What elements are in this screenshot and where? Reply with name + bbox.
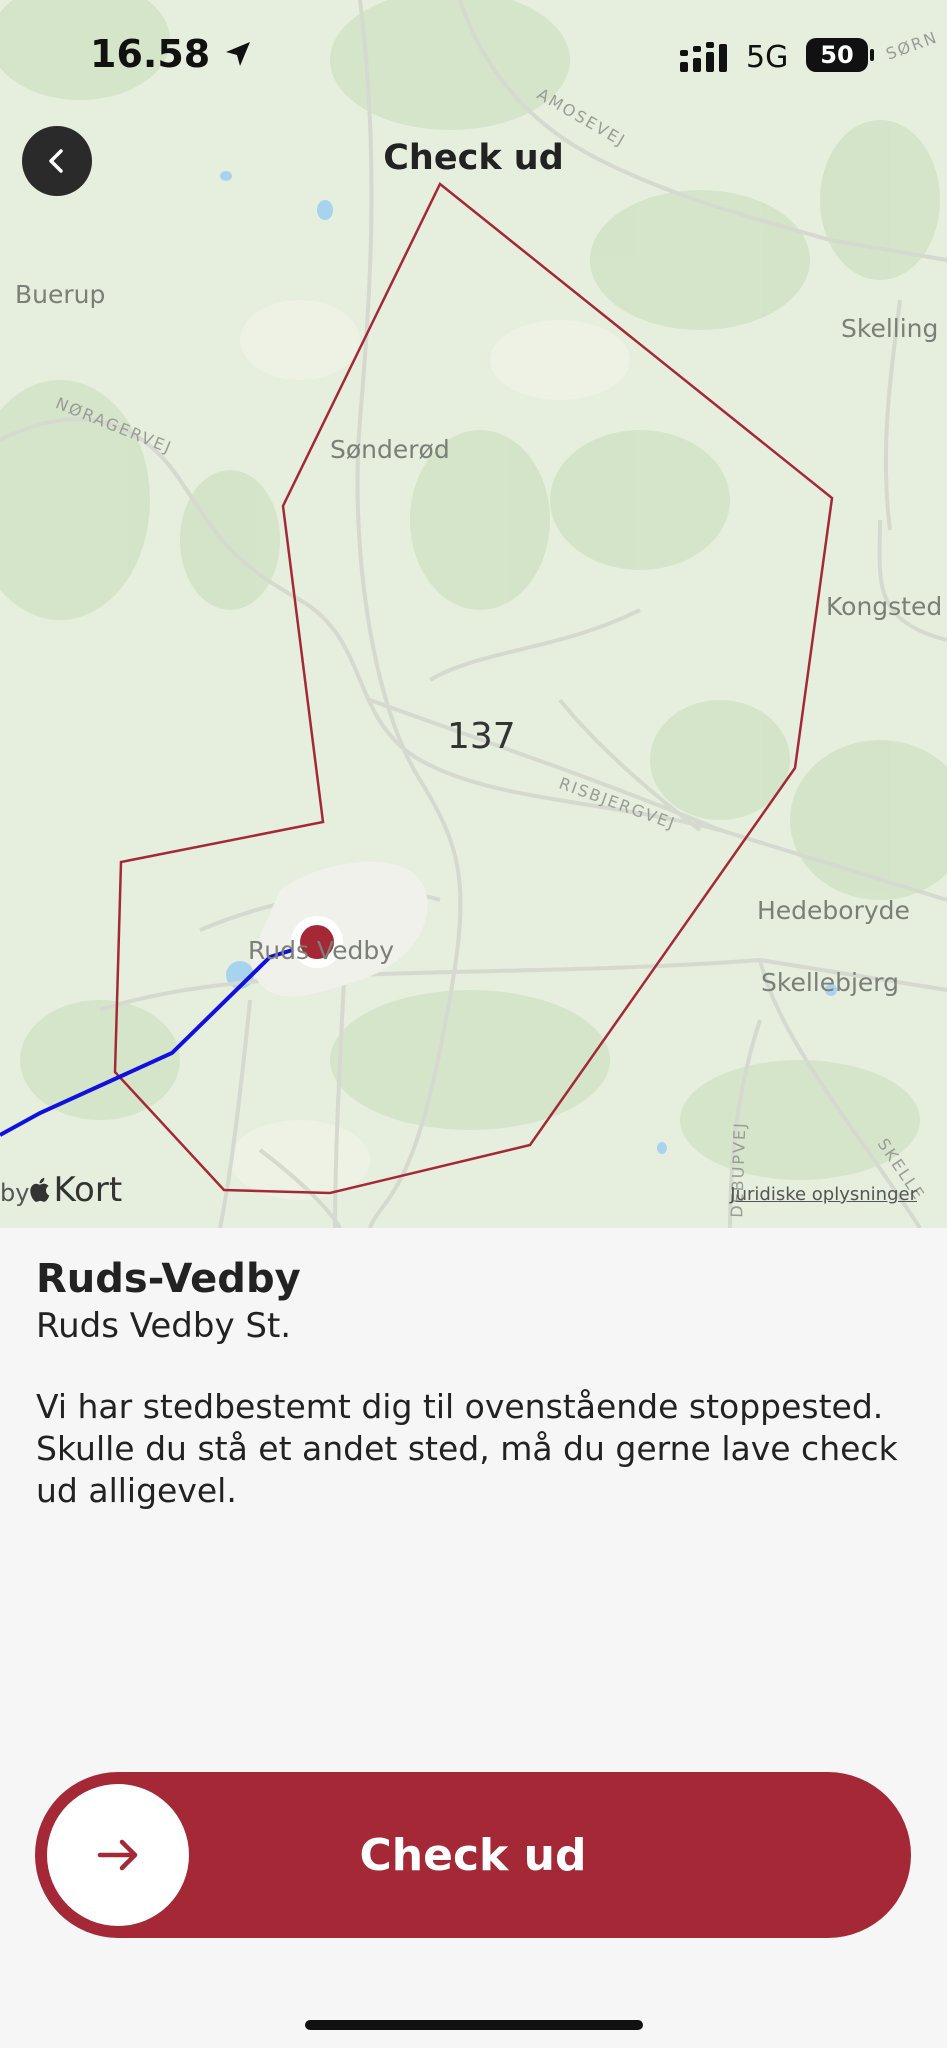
map-view[interactable]: Buerup Sønderød Skelling Kongsted Hedebo… — [0, 0, 947, 1228]
battery-cap-icon — [870, 49, 874, 61]
apple-logo-icon — [29, 1173, 53, 1202]
map-place-label: Skelling — [841, 314, 939, 343]
page-title: Check ud — [383, 138, 564, 178]
location-arrow-icon — [223, 34, 253, 66]
battery-level: 50 — [820, 41, 854, 69]
check-out-label: Check ud — [359, 1829, 587, 1881]
status-time-text: 16.58 — [90, 32, 211, 76]
map-place-label: Ruds Vedby — [248, 936, 395, 965]
signal-icon — [680, 40, 732, 78]
map-background — [0, 0, 947, 1228]
battery-icon: 50 — [806, 38, 868, 72]
map-attribution: by Kort — [0, 1170, 123, 1210]
map-place-label: Buerup — [15, 280, 106, 309]
map-place-label: Sønderød — [330, 435, 450, 464]
network-type: 5G — [746, 40, 789, 75]
check-out-slider-button[interactable]: Check ud — [35, 1772, 911, 1938]
map-attribution-text: Kort — [53, 1170, 123, 1210]
stop-name: Ruds-Vedby — [36, 1256, 301, 1302]
zone-number-label: 137 — [447, 716, 516, 757]
home-indicator[interactable] — [305, 2020, 643, 2030]
stop-station: Ruds Vedby St. — [36, 1306, 292, 1346]
map-place-label: Hedeboryde — [757, 896, 910, 925]
status-bar: 16.58 5G 50 — [0, 0, 947, 110]
map-place-label: Kongsted — [826, 592, 943, 621]
status-time: 16.58 — [90, 32, 253, 76]
stop-description: Vi har stedbestemt dig til ovenstående s… — [36, 1387, 898, 1510]
legal-info-link[interactable]: Juridiske oplysninger — [730, 1184, 917, 1205]
map-place-label: Skellebjerg — [761, 968, 900, 997]
